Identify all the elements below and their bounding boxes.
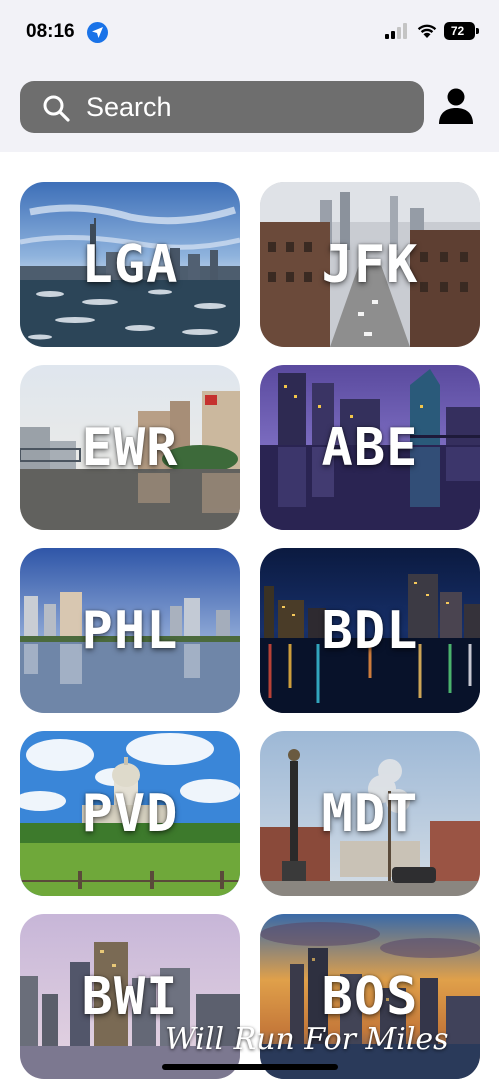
airport-tile-phl[interactable]: PHL [20, 548, 240, 713]
airport-code: ABE [321, 417, 419, 478]
person-icon[interactable] [436, 86, 476, 126]
watermark: Will Run For Miles [165, 1022, 449, 1057]
header: Search [0, 62, 499, 152]
magnifier-icon [43, 95, 70, 122]
airport-code: PVD [81, 783, 179, 844]
battery-indicator: 72 [444, 22, 475, 40]
search-bar[interactable]: Search [20, 81, 424, 133]
wifi-icon [417, 24, 437, 38]
location-arrow-icon [87, 22, 108, 43]
airport-tile-abe[interactable]: ABE [260, 365, 480, 530]
status-time: 08:16 [26, 21, 75, 42]
airport-tile-pvd[interactable]: PVD [20, 731, 240, 896]
status-bar: 08:16 72 [0, 0, 499, 62]
airport-tile-bdl[interactable]: BDL [260, 548, 480, 713]
home-indicator[interactable] [162, 1064, 338, 1070]
airport-tile-mdt[interactable]: MDT [260, 731, 480, 896]
airport-code: BDL [321, 600, 419, 661]
airport-code: LGA [81, 234, 179, 295]
airport-grid: LGA JFK EWR ABE PHL BDL PVD MDT BWI BOS [0, 152, 499, 1080]
airport-code: MDT [321, 783, 419, 844]
airport-tile-ewr[interactable]: EWR [20, 365, 240, 530]
airport-tile-lga[interactable]: LGA [20, 182, 240, 347]
airport-code: EWR [81, 417, 179, 478]
search-label: Search [86, 92, 172, 122]
battery-level: 72 [450, 24, 465, 38]
airport-code: JFK [321, 234, 419, 295]
cellular-signal-icon [385, 23, 407, 39]
battery-tip [476, 28, 479, 34]
airport-code: PHL [81, 600, 179, 661]
airport-tile-jfk[interactable]: JFK [260, 182, 480, 347]
